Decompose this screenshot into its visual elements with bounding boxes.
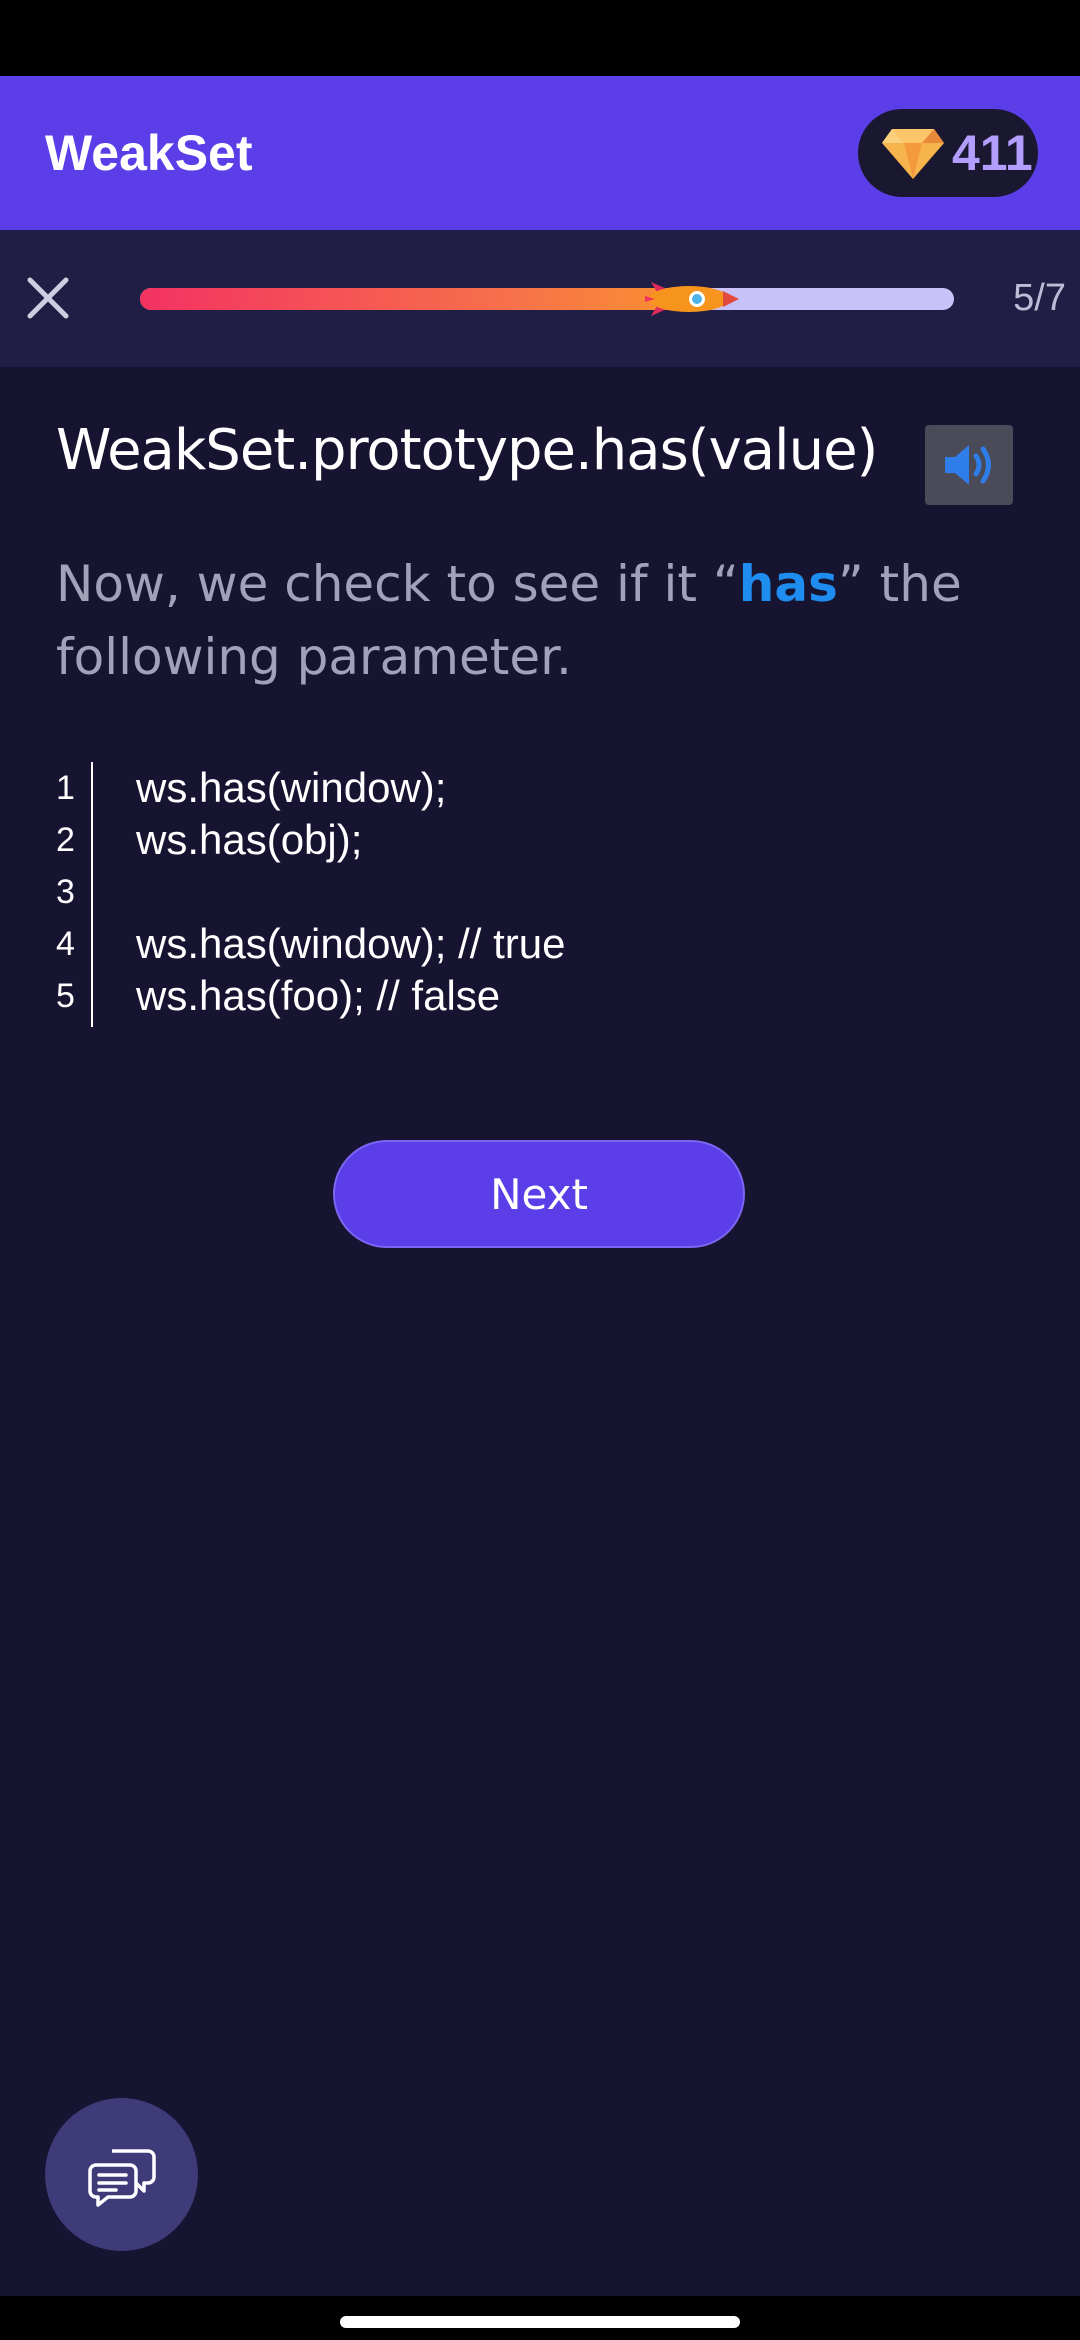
line-number: 2 bbox=[56, 820, 75, 859]
status-bar bbox=[0, 0, 1080, 76]
lesson-keyword: has bbox=[738, 555, 838, 613]
lesson-text-before: Now, we check to see if it “ bbox=[56, 555, 739, 613]
line-number: 4 bbox=[56, 924, 75, 963]
code-gutter-divider bbox=[91, 762, 93, 1027]
code-line: 5 ws.has(foo); // false bbox=[56, 970, 1026, 1022]
code-text: ws.has(window); // true bbox=[136, 920, 566, 967]
next-button[interactable]: Next bbox=[333, 1140, 745, 1248]
chat-icon bbox=[87, 2148, 156, 2207]
gems-counter[interactable]: 411 bbox=[858, 109, 1038, 197]
code-text: ws.has(window); bbox=[136, 764, 447, 811]
code-text: ws.has(foo); // false bbox=[136, 972, 501, 1019]
lesson-text: Now, we check to see if it “has” the fol… bbox=[56, 548, 1026, 694]
speaker-button[interactable] bbox=[925, 425, 1013, 505]
line-number: 5 bbox=[56, 976, 75, 1015]
code-block: 1 ws.has(window); 2 ws.has(obj); 3 4 ws.… bbox=[56, 762, 1026, 1027]
line-number: 3 bbox=[56, 872, 75, 911]
code-line: 1 ws.has(window); bbox=[56, 762, 1026, 814]
rocket-icon bbox=[645, 282, 739, 316]
gems-count: 411 bbox=[952, 125, 1033, 181]
code-line: 4 ws.has(window); // true bbox=[56, 918, 1026, 970]
progress-header: 5/7 bbox=[0, 230, 1080, 367]
home-indicator[interactable] bbox=[340, 2316, 740, 2328]
close-icon bbox=[27, 277, 69, 319]
line-number: 1 bbox=[56, 768, 75, 807]
close-button[interactable] bbox=[20, 270, 76, 326]
app-bar: WeakSet 411 bbox=[0, 76, 1080, 230]
code-text: ws.has(obj); bbox=[136, 816, 363, 863]
progress-label: 5/7 bbox=[1013, 277, 1066, 319]
speaker-icon bbox=[945, 445, 991, 485]
chat-button[interactable] bbox=[45, 2098, 198, 2251]
code-line: 2 ws.has(obj); bbox=[56, 814, 1026, 866]
app-title: WeakSet bbox=[45, 125, 253, 181]
lesson-title: WeakSet.prototype.has(value) bbox=[56, 418, 878, 483]
diamond-icon bbox=[882, 129, 944, 179]
progress-fill bbox=[140, 288, 681, 310]
progress-bar bbox=[140, 282, 954, 316]
code-line: 3 bbox=[56, 866, 1026, 918]
